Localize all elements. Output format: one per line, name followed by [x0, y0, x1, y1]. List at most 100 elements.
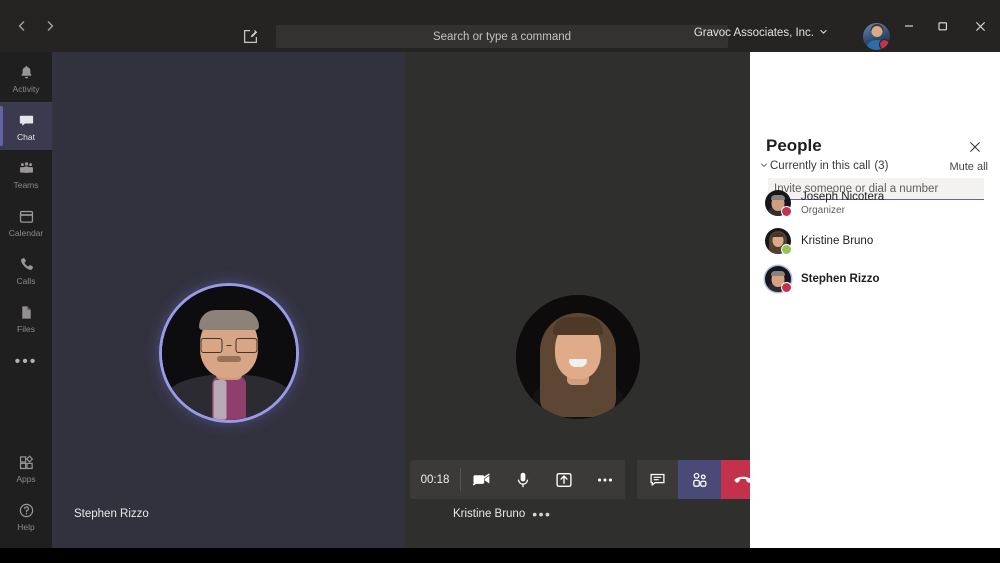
participant-info: Stephen Rizzo [801, 272, 880, 286]
participant-name: Kristine Bruno [801, 235, 874, 247]
share-screen-button[interactable] [543, 460, 584, 499]
avatar [765, 266, 792, 293]
participant-photo-ring [515, 295, 640, 419]
close-panel-button[interactable] [966, 138, 984, 156]
sidebar-item-chat[interactable]: Chat [0, 102, 52, 150]
status-badge [781, 282, 792, 293]
sidebar-item-label: Help [17, 521, 35, 532]
photo-tie [213, 380, 227, 420]
more-actions-button[interactable] [584, 460, 625, 499]
calendar-icon [18, 207, 35, 227]
photo-moustache [216, 356, 241, 362]
participant-info: Kristine Bruno [801, 234, 873, 248]
teams-people-icon [18, 159, 35, 179]
call-stage: Stephen Rizzo Kristine Bruno ••• 00:18 [52, 52, 790, 548]
title-bar: Gravoc Associates, Inc. [0, 0, 1000, 52]
page-title: People [766, 136, 822, 155]
camera-off-button[interactable] [461, 460, 502, 499]
section-count: (3) [874, 160, 889, 172]
sidebar-item-label: Teams [13, 179, 39, 190]
call-control-bar: 00:18 [410, 460, 764, 499]
status-badge [781, 244, 792, 255]
microphone-button[interactable] [502, 460, 543, 499]
phone-icon [18, 255, 35, 275]
photo-lens-left [200, 338, 222, 353]
help-question-icon [18, 501, 35, 521]
teams-call-window: Gravoc Associates, Inc. [0, 0, 1000, 563]
tile-participant-name: Kristine Bruno ••• [453, 507, 551, 521]
people-panel: People Currently in this call (3) Mute a… [750, 52, 1000, 548]
status-badge [781, 206, 792, 217]
sidebar-item-files[interactable]: Files [0, 294, 52, 342]
sidebar-item-label: Calendar [8, 227, 44, 238]
video-tile-speaker[interactable]: Stephen Rizzo [52, 52, 405, 548]
avatar-hair [771, 195, 785, 200]
photo-hair [198, 310, 259, 330]
photo-glasses [200, 338, 257, 353]
sidebar-item-teams[interactable]: Teams [0, 150, 52, 198]
organization-selector[interactable]: Gravoc Associates, Inc. [694, 27, 828, 39]
rail-bottom-group: Apps Help [0, 444, 52, 540]
status-badge [879, 39, 890, 50]
avatar-hair-front [772, 233, 784, 237]
file-icon [18, 303, 35, 323]
app-rail: Activity Chat Teams Calendar Calls Files… [0, 52, 52, 548]
sidebar-overflow-button[interactable]: ••• [0, 342, 52, 382]
sidebar-item-calls[interactable]: Calls [0, 246, 52, 294]
sidebar-item-label: Activity [12, 83, 40, 94]
participant-photo [161, 286, 296, 420]
participant-photo [515, 295, 640, 419]
participant-name: Joseph Nicotera [801, 190, 885, 203]
list-item[interactable]: Kristine Bruno [760, 222, 992, 260]
avatar [765, 228, 792, 255]
avatar-hair [771, 271, 785, 276]
sidebar-item-label: Chat [17, 131, 35, 142]
call-controls-group: 00:18 [410, 460, 625, 499]
sidebar-item-label: Apps [16, 473, 36, 484]
photo-hair-front [552, 317, 603, 335]
chevron-down-icon [819, 27, 828, 39]
participant-role: Organizer [801, 204, 845, 216]
sidebar-item-help[interactable]: Help [0, 492, 52, 540]
participant-info: Joseph Nicotera Organizer [801, 190, 884, 217]
sidebar-item-activity[interactable]: Activity [0, 54, 52, 102]
bell-icon [18, 63, 35, 83]
compose-new-chat-icon[interactable] [238, 25, 262, 47]
photo-bridge [226, 344, 231, 347]
more-options-icon[interactable]: ••• [532, 507, 551, 521]
avatar-head [871, 26, 882, 37]
participant-name: Stephen Rizzo [801, 273, 880, 285]
participant-photo-ring [161, 286, 296, 420]
section-label: Currently in this call [770, 160, 871, 172]
back-button[interactable] [8, 12, 36, 40]
forward-button[interactable] [36, 12, 64, 40]
list-item[interactable]: Joseph Nicotera Organizer [760, 184, 992, 222]
search-input[interactable] [276, 24, 728, 49]
search-bar[interactable] [276, 24, 728, 49]
organization-name: Gravoc Associates, Inc. [693, 27, 814, 39]
participant-list: Joseph Nicotera Organizer Kristine Bruno [760, 184, 992, 298]
sidebar-item-apps[interactable]: Apps [0, 444, 52, 492]
show-conversation-button[interactable] [637, 460, 678, 499]
sidebar-item-label: Calls [16, 275, 36, 286]
navigation-arrows [8, 12, 64, 40]
sidebar-item-calendar[interactable]: Calendar [0, 198, 52, 246]
photo-lens-right [235, 338, 257, 353]
close-button[interactable] [960, 0, 1000, 52]
show-participants-button[interactable] [678, 460, 721, 499]
apps-grid-icon [18, 453, 35, 473]
window-controls [892, 0, 1000, 52]
chevron-down-icon [758, 161, 770, 171]
minimize-button[interactable] [892, 0, 926, 52]
sidebar-item-label: Files [17, 323, 35, 334]
tile-name-text: Stephen Rizzo [74, 508, 149, 520]
avatar[interactable] [863, 23, 890, 50]
call-timer: 00:18 [420, 473, 450, 486]
list-item[interactable]: Stephen Rizzo [760, 260, 992, 298]
chat-bubble-icon [18, 111, 35, 131]
maximize-button[interactable] [926, 0, 960, 52]
mute-all-button[interactable]: Mute all [949, 161, 988, 173]
avatar [765, 190, 792, 217]
tile-name-text: Kristine Bruno [453, 508, 526, 520]
